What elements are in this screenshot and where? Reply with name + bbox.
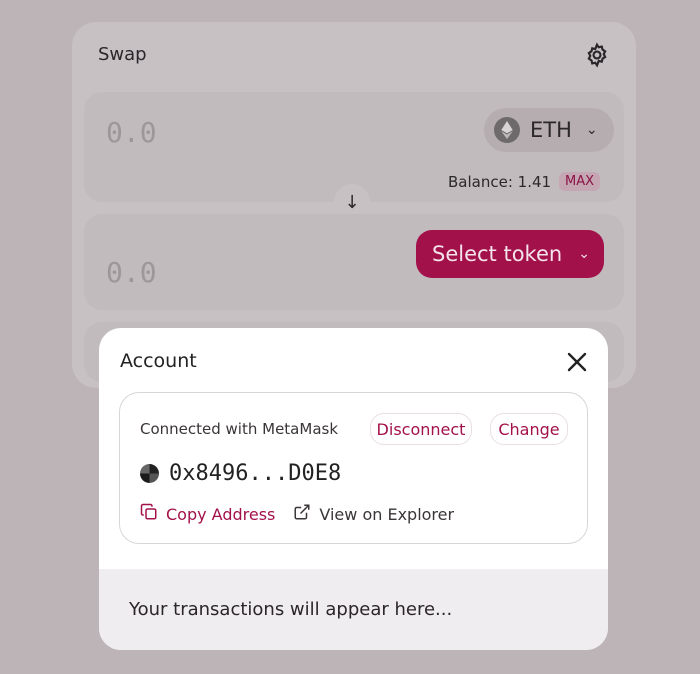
eth-icon bbox=[494, 117, 520, 143]
swap-title: Swap bbox=[98, 44, 147, 65]
select-token-button[interactable]: Select token ⌄ bbox=[416, 230, 604, 278]
input-token-label: ETH bbox=[530, 118, 572, 142]
chevron-down-icon: ⌄ bbox=[585, 122, 598, 138]
wallet-address: 0x8496...D0E8 bbox=[169, 461, 342, 486]
balance-label: Balance: 1.41 bbox=[448, 172, 552, 191]
copy-address-button[interactable]: Copy Address bbox=[140, 503, 275, 525]
output-token-field: 0.0 Select token ⌄ bbox=[84, 214, 624, 310]
input-token-selector[interactable]: ETH ⌄ bbox=[484, 108, 614, 152]
change-button[interactable]: Change bbox=[490, 413, 568, 445]
chevron-down-icon: ⌄ bbox=[578, 246, 590, 262]
input-amount[interactable]: 0.0 bbox=[106, 116, 157, 149]
disconnect-button[interactable]: Disconnect bbox=[370, 413, 472, 445]
output-amount[interactable]: 0.0 bbox=[106, 256, 157, 289]
view-explorer-label: View on Explorer bbox=[319, 504, 455, 524]
account-modal: Account Connected with MetaMask Disconne… bbox=[99, 328, 608, 650]
external-link-icon bbox=[293, 503, 311, 525]
transactions-placeholder: Your transactions will appear here... bbox=[129, 599, 453, 620]
transactions-footer: Your transactions will appear here... bbox=[99, 569, 608, 650]
close-icon[interactable] bbox=[565, 350, 589, 374]
copy-address-label: Copy Address bbox=[166, 504, 276, 524]
modal-title: Account bbox=[120, 350, 197, 372]
view-explorer-link[interactable]: View on Explorer bbox=[293, 503, 454, 525]
gear-icon[interactable] bbox=[584, 42, 610, 68]
identicon bbox=[140, 464, 159, 483]
select-token-label: Select token bbox=[432, 242, 563, 266]
connected-wallet-text: Connected with MetaMask bbox=[140, 420, 339, 438]
account-card: Connected with MetaMask Disconnect Chang… bbox=[119, 392, 588, 544]
account-actions: Copy Address View on Explorer bbox=[140, 503, 454, 525]
address-row: 0x8496...D0E8 bbox=[140, 461, 341, 486]
max-button[interactable]: MAX bbox=[559, 172, 601, 191]
copy-icon bbox=[140, 503, 158, 525]
balance-row: Balance: 1.41 MAX bbox=[448, 172, 601, 191]
